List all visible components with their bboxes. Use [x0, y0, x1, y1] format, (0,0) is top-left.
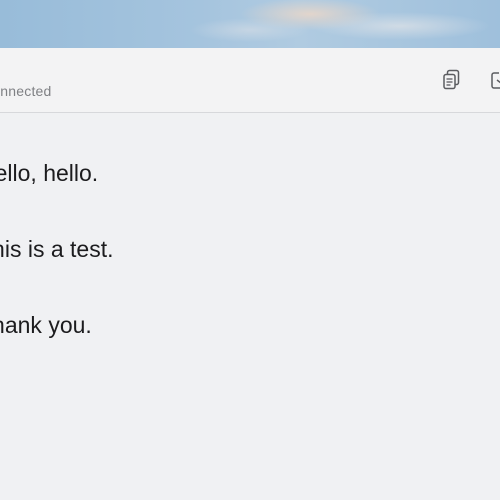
transcript-line: This is a test.	[0, 236, 114, 262]
transcript-line: Thank you.	[0, 312, 92, 338]
app-window: Connected Hello, hello. This is a	[0, 48, 500, 500]
connection-status: Connected	[0, 83, 52, 99]
copy-icon[interactable]	[441, 68, 465, 92]
toolbar: Connected	[0, 48, 500, 113]
desktop-wallpaper	[0, 0, 500, 48]
transcript-line: Hello, hello.	[0, 160, 99, 186]
export-icon[interactable]	[490, 68, 500, 92]
transcript-area: Hello, hello. This is a test. Thank you.	[0, 113, 500, 500]
screen: Connected Hello, hello. This is a	[0, 0, 500, 500]
